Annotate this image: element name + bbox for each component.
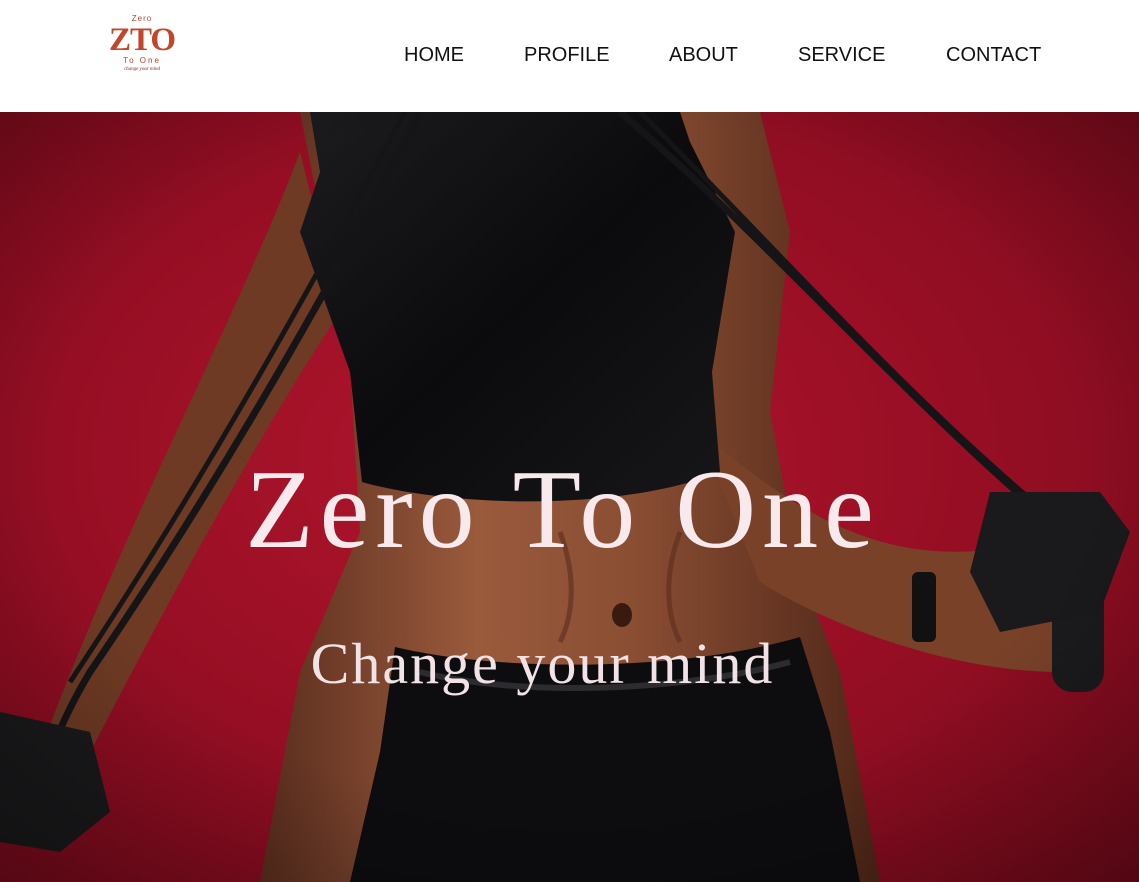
- nav-item-about[interactable]: ABOUT: [669, 43, 738, 67]
- nav-item-profile[interactable]: PROFILE: [524, 43, 610, 67]
- logo-tagline: change your mind: [123, 67, 161, 72]
- main-nav: HOME PROFILE ABOUT SERVICE CONTACT: [0, 43, 1139, 67]
- nav-item-home[interactable]: HOME: [404, 43, 464, 67]
- hero-section: Zero To One Change your mind: [0, 112, 1139, 882]
- hero-title: Zero To One: [245, 448, 880, 572]
- hero-subtitle: Change your mind: [310, 631, 775, 696]
- nav-item-contact[interactable]: CONTACT: [946, 43, 1041, 67]
- nav-item-service[interactable]: SERVICE: [798, 43, 885, 67]
- site-header: Zero ZTO To One change your mind HOME PR…: [0, 0, 1139, 112]
